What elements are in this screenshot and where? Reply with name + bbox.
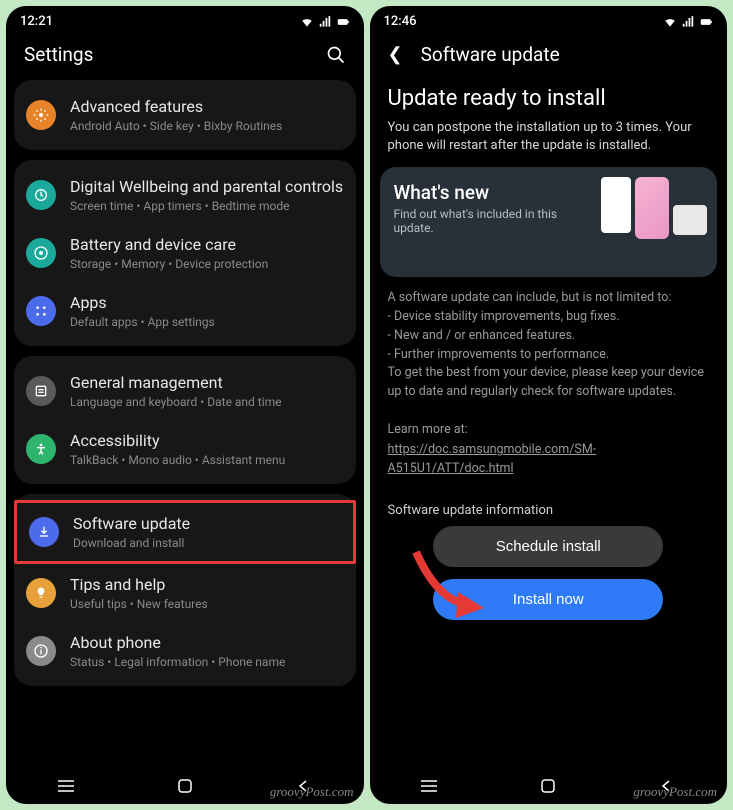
row-battery-care[interactable]: Battery and device care Storage • Memory…: [14, 224, 356, 282]
info-line: - Device stability improvements, bug fix…: [388, 308, 710, 327]
update-screen: 12:46 ❮ Software update Update ready to …: [370, 6, 728, 804]
info-line: A software update can include, but is no…: [388, 289, 710, 308]
wifi-icon: [300, 15, 314, 29]
learn-more-label: Learn more at:: [388, 421, 710, 440]
search-icon[interactable]: [326, 45, 346, 65]
row-title: About phone: [70, 633, 344, 653]
row-title: Digital Wellbeing and parental controls: [70, 177, 344, 197]
settings-group: Advanced features Android Auto • Side ke…: [14, 80, 356, 150]
card-sub: Find out what's included in this update.: [394, 207, 564, 235]
info-line: To get the best from your device, please…: [388, 364, 710, 402]
about-icon: [26, 636, 56, 666]
row-title: Tips and help: [70, 575, 344, 595]
tips-icon: [26, 578, 56, 608]
general-icon: [26, 376, 56, 406]
row-sub: TalkBack • Mono audio • Assistant menu: [70, 453, 344, 467]
watermark: groovyPost.com: [633, 784, 717, 800]
settings-group: Digital Wellbeing and parental controls …: [14, 160, 356, 346]
page-title: Settings: [24, 43, 93, 66]
settings-group: General management Language and keyboard…: [14, 356, 356, 484]
row-advanced-features[interactable]: Advanced features Android Auto • Side ke…: [14, 86, 356, 144]
row-title: Software update: [73, 514, 341, 534]
button-area: Schedule install Install now: [370, 522, 728, 642]
update-intro: You can postpone the installation up to …: [370, 119, 728, 167]
nav-home[interactable]: [173, 778, 197, 794]
row-title: Battery and device care: [70, 235, 344, 255]
status-bar: 12:46: [370, 6, 728, 33]
signal-icon: [318, 15, 332, 29]
header: ❮ Software update: [370, 33, 728, 80]
schedule-install-button[interactable]: Schedule install: [433, 526, 663, 567]
install-now-button[interactable]: Install now: [433, 579, 663, 620]
status-bar: 12:21: [6, 6, 364, 33]
settings-group: Software update Download and install Tip…: [14, 494, 356, 686]
thumbnail: [635, 177, 669, 239]
info-line: - New and / or enhanced features.: [388, 327, 710, 346]
row-title: Advanced features: [70, 97, 344, 117]
status-icons: [300, 15, 350, 29]
update-info-text: A software update can include, but is no…: [370, 287, 728, 489]
info-line: - Further improvements to performance.: [388, 346, 710, 365]
row-general-management[interactable]: General management Language and keyboard…: [14, 362, 356, 420]
accessibility-icon: [26, 434, 56, 464]
status-icons: [663, 15, 713, 29]
row-title: General management: [70, 373, 344, 393]
row-sub: Status • Legal information • Phone name: [70, 655, 344, 669]
row-sub: Download and install: [73, 536, 341, 550]
advanced-icon: [26, 100, 56, 130]
apps-icon: [26, 296, 56, 326]
row-tips-help[interactable]: Tips and help Useful tips • New features: [14, 564, 356, 622]
software-update-icon: [29, 517, 59, 547]
header: Settings: [6, 33, 364, 80]
row-sub: Default apps • App settings: [70, 315, 344, 329]
row-sub: Storage • Memory • Device protection: [70, 257, 344, 271]
thumbnail: [673, 205, 707, 235]
update-ready-title: Update ready to install: [370, 80, 728, 119]
thumbnail: [601, 177, 631, 233]
row-sub: Useful tips • New features: [70, 597, 344, 611]
battery-care-icon: [26, 238, 56, 268]
status-time: 12:21: [20, 14, 53, 29]
battery-icon: [336, 15, 350, 29]
card-thumbnails: [601, 177, 707, 239]
row-sub: Screen time • App timers • Bedtime mode: [70, 199, 344, 213]
nav-home[interactable]: [536, 778, 560, 794]
row-title: Accessibility: [70, 431, 344, 451]
battery-icon: [699, 15, 713, 29]
watermark: groovyPost.com: [270, 784, 354, 800]
row-sub: Android Auto • Side key • Bixby Routines: [70, 119, 344, 133]
signal-icon: [681, 15, 695, 29]
row-about-phone[interactable]: About phone Status • Legal information •…: [14, 622, 356, 680]
row-apps[interactable]: Apps Default apps • App settings: [14, 282, 356, 340]
page-title: Software update: [421, 43, 560, 66]
back-button[interactable]: ❮: [388, 44, 403, 65]
nav-recents[interactable]: [54, 778, 78, 794]
row-title: Apps: [70, 293, 344, 313]
nav-recents[interactable]: [417, 778, 441, 794]
row-sub: Language and keyboard • Date and time: [70, 395, 344, 409]
section-label: Software update information: [370, 489, 728, 522]
row-software-update[interactable]: Software update Download and install: [14, 500, 356, 564]
learn-more-link[interactable]: https://doc.samsungmobile.com/SM-A515U1/…: [388, 441, 710, 479]
whats-new-card[interactable]: What's new Find out what's included in t…: [380, 167, 718, 277]
row-accessibility[interactable]: Accessibility TalkBack • Mono audio • As…: [14, 420, 356, 478]
wifi-icon: [663, 15, 677, 29]
row-digital-wellbeing[interactable]: Digital Wellbeing and parental controls …: [14, 166, 356, 224]
settings-screen: 12:21 Settings Advanced features Android…: [6, 6, 364, 804]
update-content: Update ready to install You can postpone…: [370, 80, 728, 766]
settings-list: Advanced features Android Auto • Side ke…: [6, 80, 364, 766]
wellbeing-icon: [26, 180, 56, 210]
status-time: 12:46: [384, 14, 417, 29]
